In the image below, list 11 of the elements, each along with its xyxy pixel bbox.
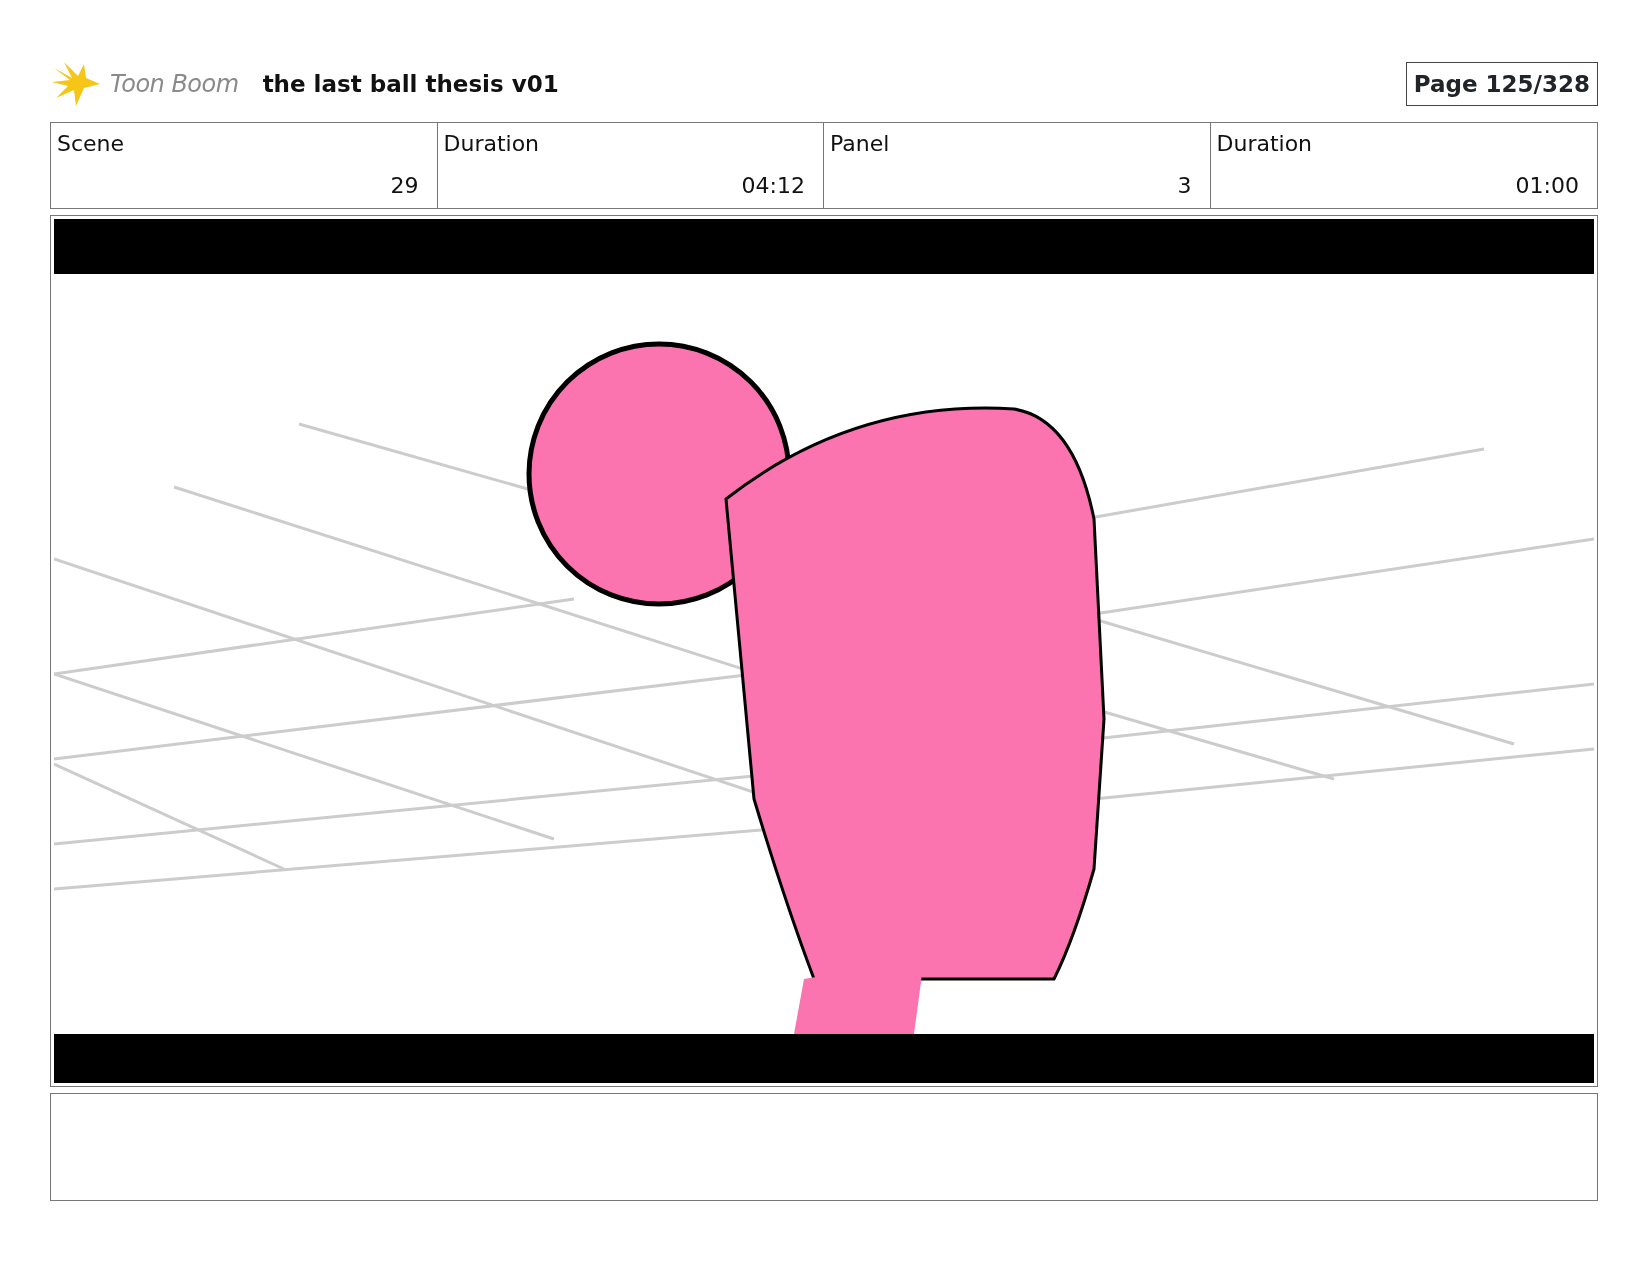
field-label: Duration (443, 130, 540, 158)
field-label: Scene (57, 130, 125, 158)
page-number: Page 125/328 (1405, 61, 1598, 107)
field-label: Duration (1216, 130, 1313, 158)
field-value: 04:12 (741, 172, 805, 200)
logo-text: Toon Boom (110, 69, 239, 100)
field-label: Panel (830, 130, 890, 158)
field-value: 29 (390, 172, 419, 200)
field-value: 01:00 (1515, 172, 1579, 200)
field-value: 3 (1177, 172, 1192, 200)
document-title: the last ball thesis v01 (262, 69, 559, 99)
